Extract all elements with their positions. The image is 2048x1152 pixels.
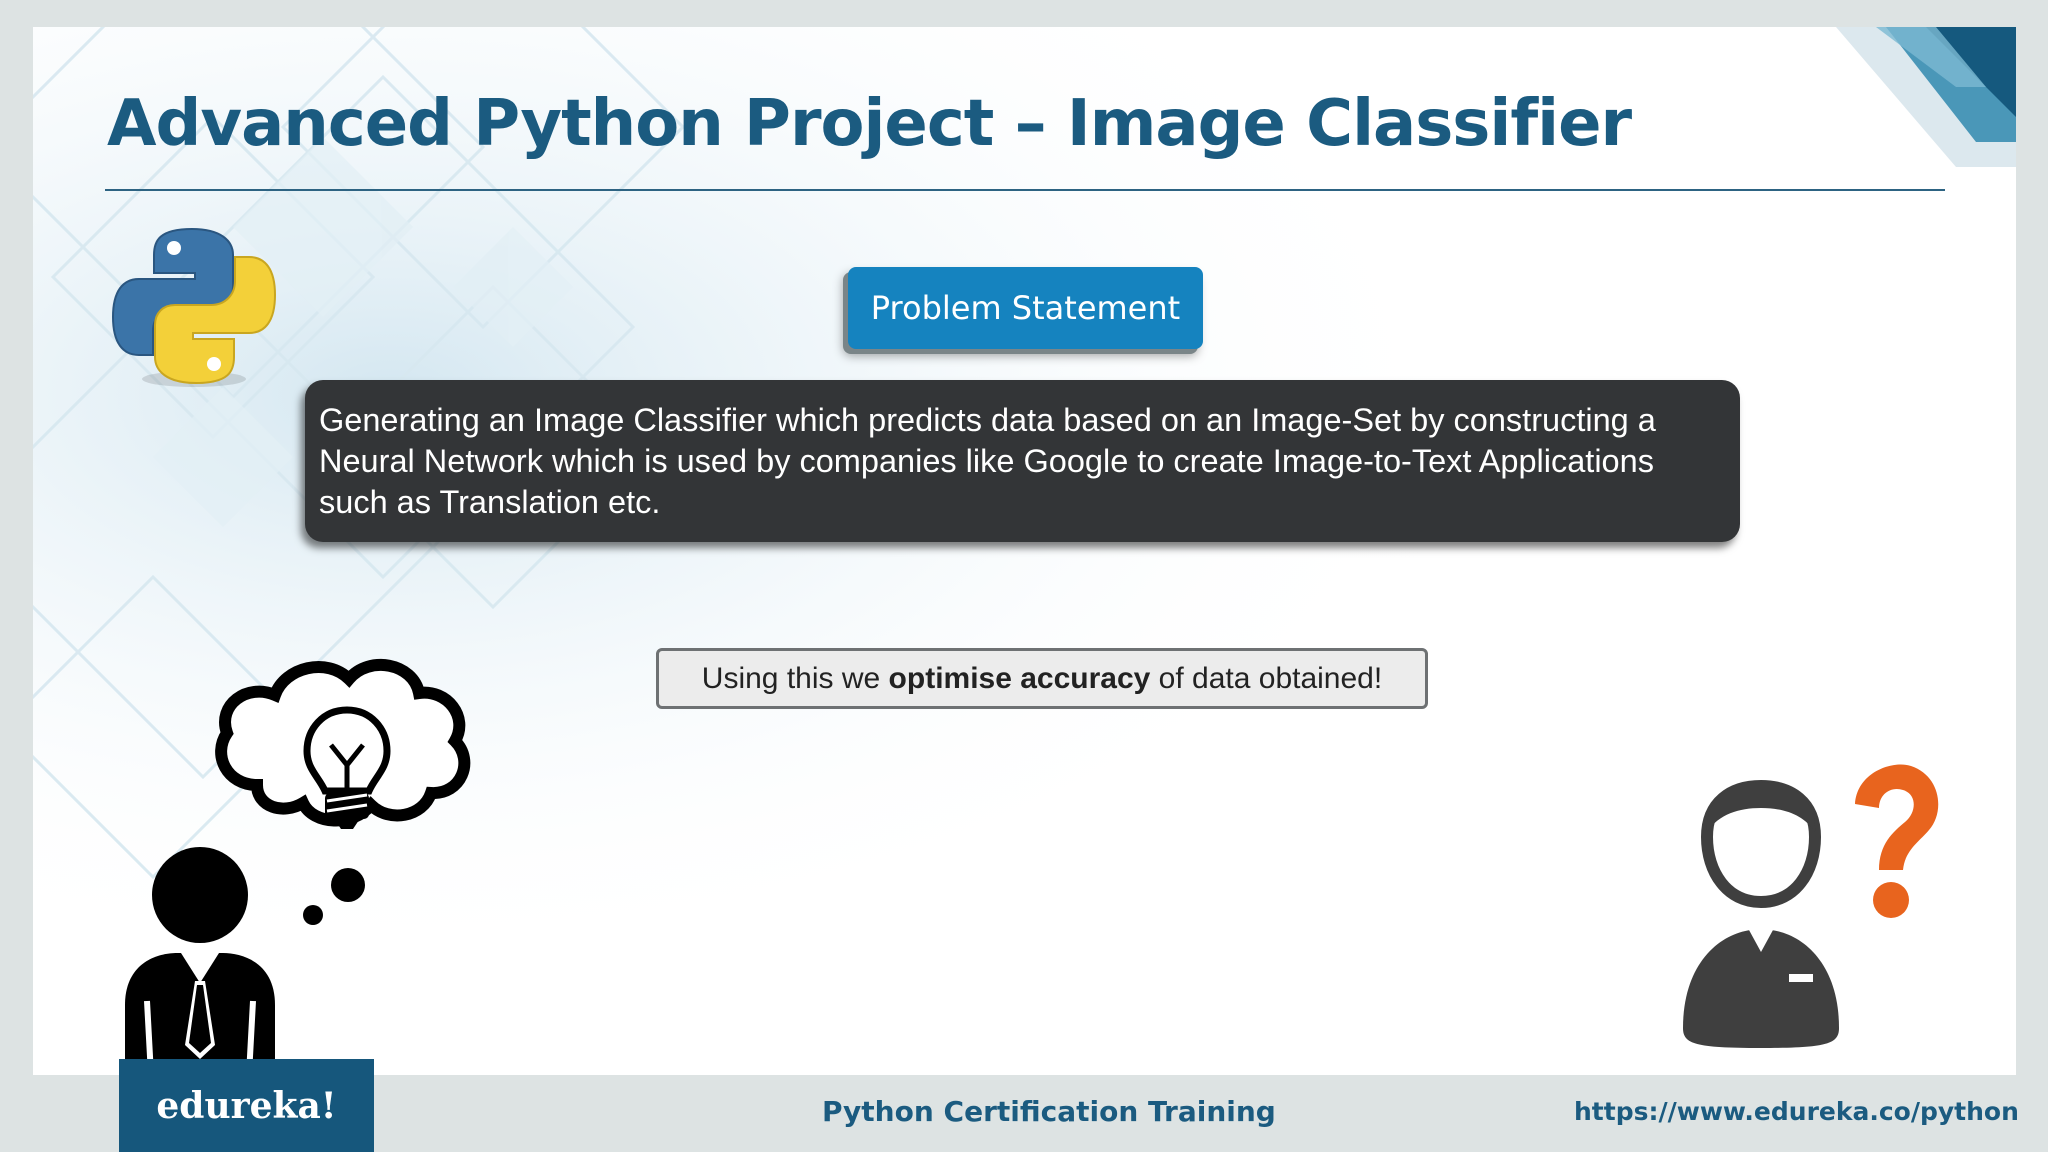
slide: Advanced Python Project – Image Classifi… bbox=[33, 27, 2016, 1075]
note-text-bold: optimise accuracy bbox=[888, 661, 1151, 695]
problem-statement-box: Generating an Image Classifier which pre… bbox=[305, 380, 1740, 542]
note-text-before: Using this we bbox=[701, 661, 889, 695]
note-text-after: of data obtained! bbox=[1150, 661, 1383, 695]
statement-line-1: Generating an Image Classifier which pre… bbox=[319, 402, 1656, 438]
course-url-link[interactable]: https://www.edureka.co/python bbox=[1574, 1097, 2019, 1126]
edureka-logo: edureka! bbox=[119, 1059, 374, 1152]
statement-line-2: Neural Network which is used by companie… bbox=[319, 443, 1654, 479]
title-divider bbox=[105, 189, 1945, 191]
python-logo bbox=[111, 227, 277, 387]
slide-title: Advanced Python Project – Image Classifi… bbox=[107, 87, 1632, 161]
problem-statement-button[interactable]: Problem Statement bbox=[848, 267, 1203, 349]
person-question-mark-icon bbox=[1683, 764, 1939, 1048]
corner-decoration bbox=[1836, 27, 2016, 167]
statement-line-3: such as Translation etc. bbox=[319, 484, 661, 520]
problem-statement-text: Generating an Image Classifier which pre… bbox=[319, 400, 1716, 523]
accuracy-note-box: Using this we optimise accuracy of data … bbox=[656, 648, 1428, 709]
person-thinking-lightbulb-icon bbox=[125, 659, 471, 1075]
note-text: Using this we optimise accuracy of data … bbox=[702, 662, 1382, 696]
course-name: Python Certification Training bbox=[822, 1095, 1276, 1128]
